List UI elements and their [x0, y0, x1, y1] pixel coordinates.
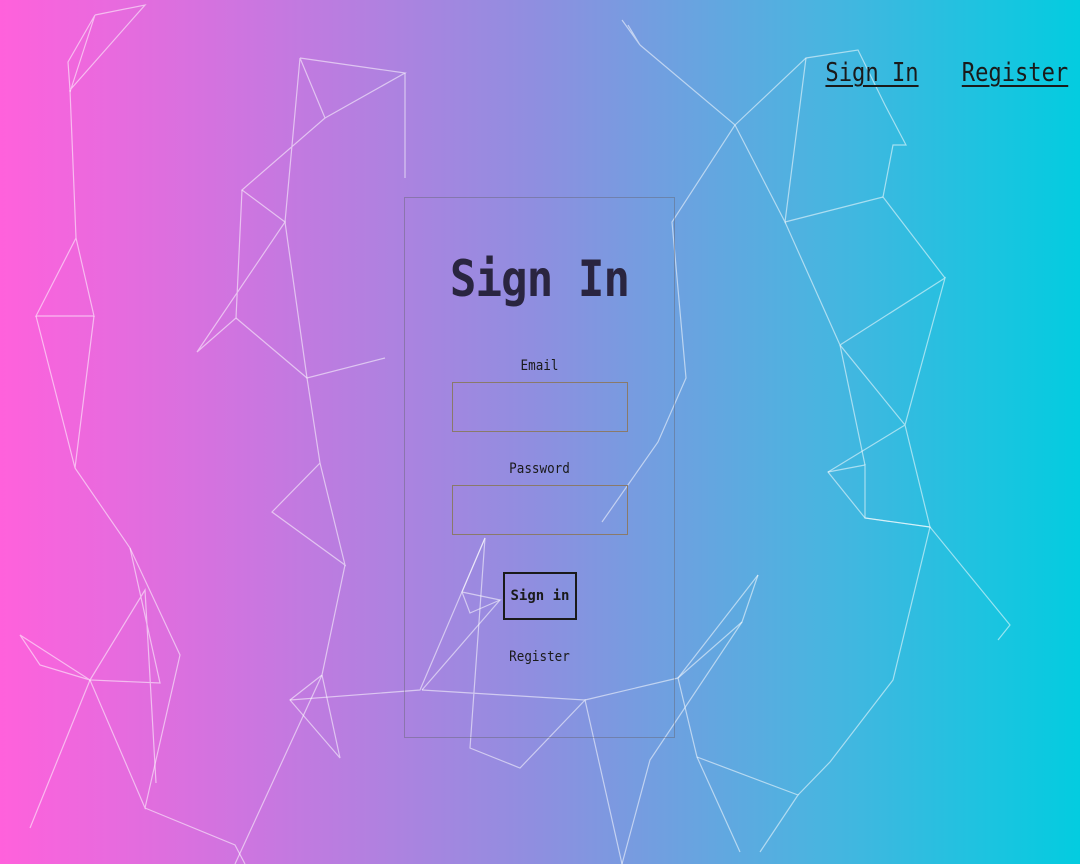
register-link[interactable]: Register	[418, 649, 660, 665]
email-field[interactable]	[452, 382, 628, 432]
email-label: Email	[520, 358, 559, 374]
sign-in-card: Sign In Email Password Sign in Register	[404, 197, 675, 738]
top-navigation: Sign In Register	[809, 58, 1068, 88]
password-field[interactable]	[452, 485, 628, 535]
page-title: Sign In	[449, 250, 630, 308]
password-label: Password	[509, 461, 570, 477]
nav-sign-in-link[interactable]: Sign In	[826, 58, 919, 88]
sign-in-button[interactable]: Sign in	[503, 572, 577, 620]
nav-register-link[interactable]: Register	[962, 58, 1068, 88]
